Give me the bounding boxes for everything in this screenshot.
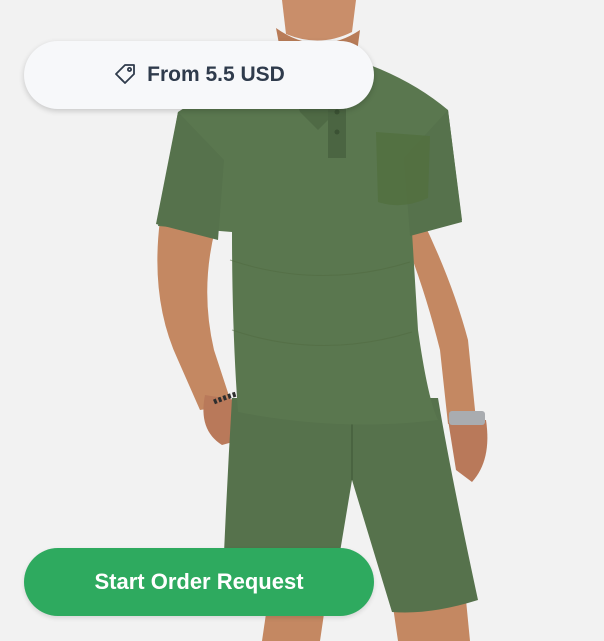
price-tag-icon bbox=[113, 63, 137, 87]
price-badge: From 5.5 USD bbox=[24, 41, 374, 109]
start-order-request-button[interactable]: Start Order Request bbox=[24, 548, 374, 616]
price-text: From 5.5 USD bbox=[147, 63, 285, 86]
start-order-request-label: Start Order Request bbox=[94, 569, 304, 594]
product-card: From 5.5 USD Start Order Request bbox=[0, 0, 604, 641]
